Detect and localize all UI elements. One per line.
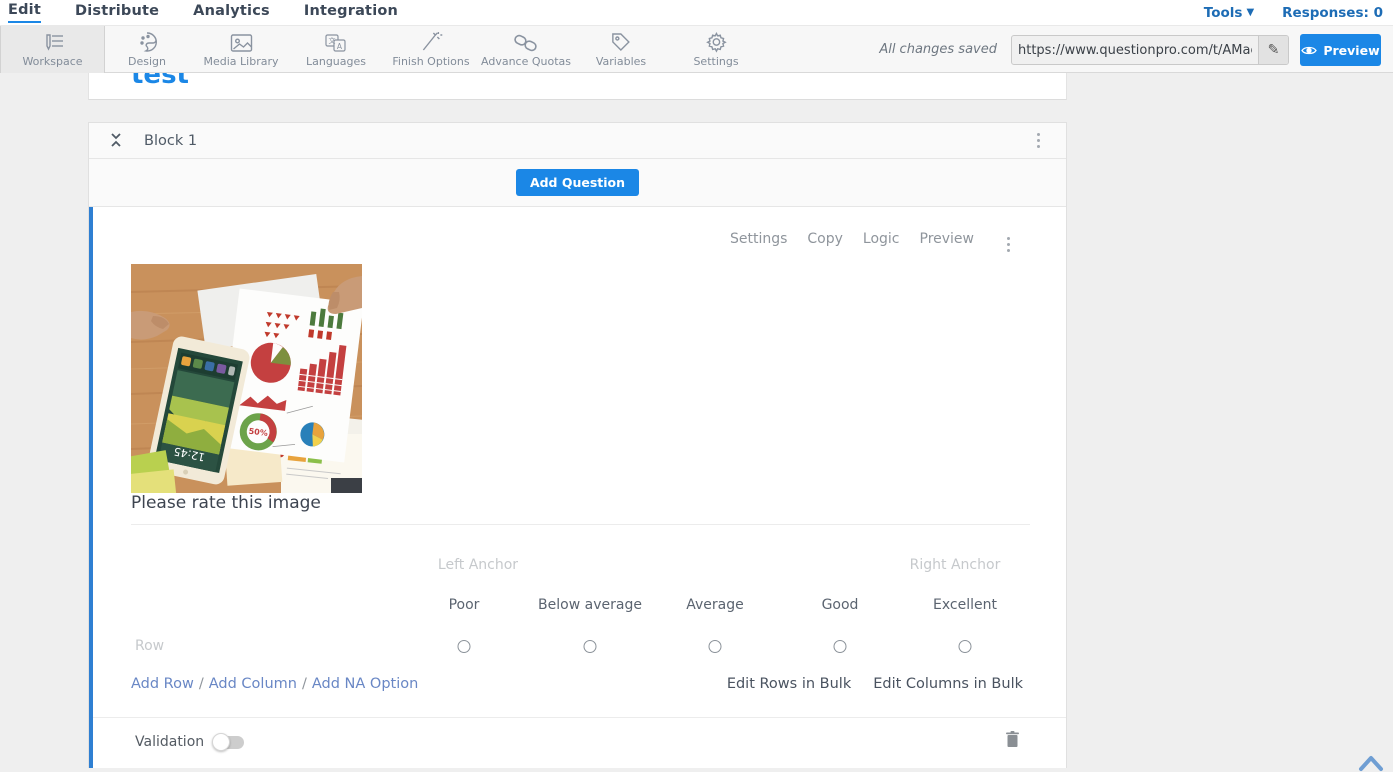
scroll-to-top-icon[interactable] bbox=[1356, 753, 1386, 772]
question-copy-link[interactable]: Copy bbox=[807, 231, 843, 247]
nav-tab-analytics[interactable]: Analytics bbox=[193, 3, 270, 22]
save-status: All changes saved bbox=[879, 42, 997, 57]
row-label-field[interactable]: Row bbox=[135, 638, 164, 654]
question-image[interactable]: 50% bbox=[131, 264, 362, 493]
nav-tab-integration[interactable]: Integration bbox=[304, 3, 398, 22]
survey-title[interactable]: test bbox=[131, 73, 189, 90]
caret-down-icon: ▼ bbox=[1246, 7, 1254, 18]
column-label-below-average[interactable]: Below average bbox=[538, 597, 642, 613]
media-library-icon bbox=[229, 31, 253, 53]
delete-question-icon[interactable] bbox=[1005, 730, 1020, 752]
column-label-average[interactable]: Average bbox=[686, 597, 744, 613]
languages-icon: 文 A bbox=[324, 31, 348, 53]
variables-icon bbox=[610, 31, 632, 53]
question-settings-link[interactable]: Settings bbox=[730, 231, 787, 247]
question-preview-link[interactable]: Preview bbox=[920, 231, 975, 247]
toolbar-item-variables[interactable]: Variables bbox=[596, 26, 646, 73]
settings-icon bbox=[705, 31, 727, 53]
toolbar-label: Variables bbox=[596, 55, 646, 68]
separator: / bbox=[199, 676, 204, 692]
rating-radio-poor[interactable] bbox=[458, 640, 471, 653]
toolbar-item-workspace[interactable]: Workspace bbox=[0, 26, 105, 73]
toolbar-label: Languages bbox=[306, 55, 366, 68]
right-anchor-field[interactable]: Right Anchor bbox=[910, 557, 1001, 573]
finish-options-icon bbox=[420, 31, 442, 53]
add-column-link[interactable]: Add Column bbox=[209, 676, 297, 692]
tools-label: Tools bbox=[1204, 5, 1243, 21]
toolbar-label: Workspace bbox=[22, 55, 82, 68]
add-question-strip: Add Question bbox=[89, 159, 1066, 207]
question-divider bbox=[131, 524, 1030, 525]
add-question-button[interactable]: Add Question bbox=[516, 169, 639, 196]
edit-url-button[interactable]: ✎ bbox=[1258, 36, 1288, 64]
toolbar-label: Settings bbox=[693, 55, 738, 68]
edit-columns-in-bulk-link[interactable]: Edit Columns in Bulk bbox=[873, 676, 1023, 692]
workspace-icon bbox=[41, 31, 65, 53]
editor-toolbar: Workspace Design Media Library bbox=[0, 26, 1393, 73]
advance-quotas-icon bbox=[513, 31, 539, 53]
question-card: Settings Copy Logic Preview bbox=[89, 207, 1066, 768]
top-nav: Edit Distribute Analytics Integration To… bbox=[0, 0, 1393, 26]
top-nav-right: Tools ▼ Responses: 0 bbox=[1204, 5, 1383, 21]
validation-label: Validation bbox=[135, 734, 204, 750]
column-label-excellent[interactable]: Excellent bbox=[933, 597, 997, 613]
rating-radio-excellent[interactable] bbox=[959, 640, 972, 653]
toolbar-item-settings[interactable]: Settings bbox=[693, 26, 738, 73]
question-text[interactable]: Please rate this image bbox=[131, 493, 321, 513]
question-menu-icon[interactable] bbox=[1003, 233, 1014, 256]
block-menu-icon[interactable] bbox=[1033, 129, 1044, 152]
toolbar-item-languages[interactable]: 文 A Languages bbox=[306, 26, 366, 73]
tools-menu[interactable]: Tools ▼ bbox=[1204, 5, 1254, 21]
column-label-good[interactable]: Good bbox=[822, 597, 859, 613]
block-header: Block 1 bbox=[89, 123, 1066, 159]
preview-button[interactable]: Preview bbox=[1300, 34, 1381, 66]
toolbar-label: Finish Options bbox=[392, 55, 469, 68]
question-actions: Settings Copy Logic Preview bbox=[730, 231, 974, 247]
eye-icon bbox=[1301, 45, 1317, 56]
preview-label: Preview bbox=[1323, 43, 1379, 58]
separator: / bbox=[302, 676, 307, 692]
svg-text:文: 文 bbox=[329, 36, 336, 45]
nav-tab-edit[interactable]: Edit bbox=[8, 2, 41, 23]
toolbar-label: Advance Quotas bbox=[481, 55, 571, 68]
toolbar-item-design[interactable]: Design bbox=[128, 26, 166, 73]
toolbar-item-media-library[interactable]: Media Library bbox=[204, 26, 279, 73]
rating-radio-average[interactable] bbox=[709, 640, 722, 653]
row-column-links: Add Row / Add Column / Add NA Option bbox=[131, 676, 418, 692]
add-row-link[interactable]: Add Row bbox=[131, 676, 194, 692]
collapse-block-icon[interactable] bbox=[109, 130, 123, 154]
left-anchor-field[interactable]: Left Anchor bbox=[438, 557, 518, 573]
nav-tab-distribute[interactable]: Distribute bbox=[75, 3, 159, 22]
pencil-icon: ✎ bbox=[1268, 42, 1280, 58]
validation-divider bbox=[93, 717, 1066, 718]
svg-text:A: A bbox=[337, 42, 343, 51]
add-na-option-link[interactable]: Add NA Option bbox=[312, 676, 418, 692]
toolbar-item-finish-options[interactable]: Finish Options bbox=[392, 26, 469, 73]
responses-count[interactable]: Responses: 0 bbox=[1282, 5, 1383, 21]
rating-radio-good[interactable] bbox=[834, 640, 847, 653]
question-logic-link[interactable]: Logic bbox=[863, 231, 900, 247]
survey-url-input[interactable] bbox=[1012, 43, 1258, 58]
block-panel: Block 1 Add Question Settings Copy Logic… bbox=[88, 122, 1067, 768]
toolbar-label: Media Library bbox=[204, 55, 279, 68]
bulk-edit-links: Edit Rows in Bulk Edit Columns in Bulk bbox=[727, 676, 1023, 692]
validation-row: Validation bbox=[135, 734, 244, 750]
column-label-poor[interactable]: Poor bbox=[449, 597, 480, 613]
validation-toggle[interactable] bbox=[214, 736, 244, 749]
edit-rows-in-bulk-link[interactable]: Edit Rows in Bulk bbox=[727, 676, 851, 692]
survey-url-box: ✎ bbox=[1011, 35, 1289, 65]
survey-title-panel: test bbox=[88, 73, 1067, 100]
rating-radio-below-average[interactable] bbox=[584, 640, 597, 653]
block-title[interactable]: Block 1 bbox=[144, 133, 197, 149]
design-icon bbox=[136, 31, 158, 53]
app-window: Edit Distribute Analytics Integration To… bbox=[0, 0, 1393, 772]
toolbar-item-advance-quotas[interactable]: Advance Quotas bbox=[481, 26, 571, 73]
toggle-knob bbox=[212, 733, 230, 751]
toolbar-label: Design bbox=[128, 55, 166, 68]
